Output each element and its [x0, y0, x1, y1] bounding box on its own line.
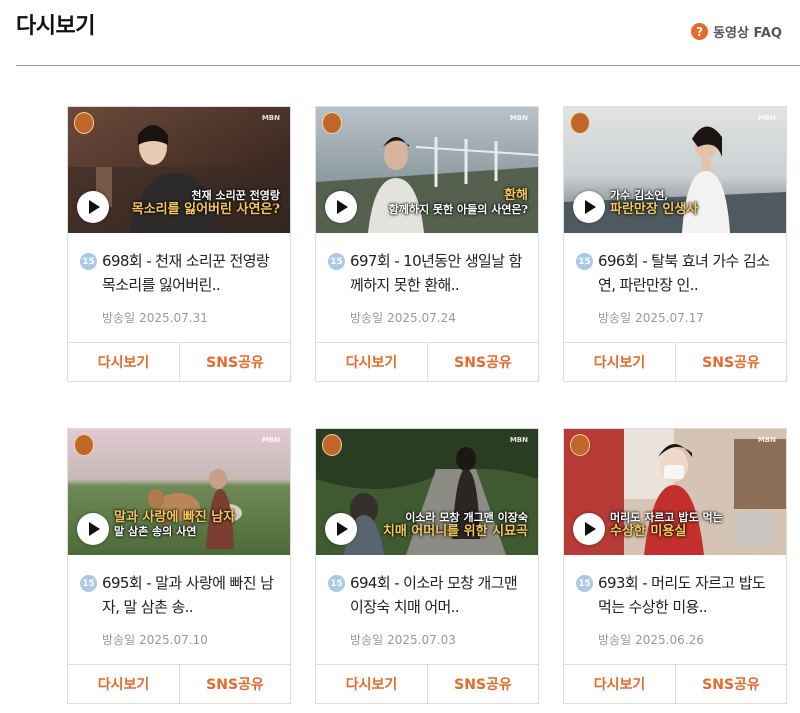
- channel-logo: MBN: [261, 436, 280, 444]
- rating-15-badge: 15: [576, 253, 593, 270]
- card-actions: 다시보기 SNS공유: [68, 664, 290, 703]
- play-icon[interactable]: [77, 191, 109, 223]
- air-date: 방송일 2025.06.26: [598, 633, 704, 647]
- play-icon[interactable]: [573, 191, 605, 223]
- episode-title[interactable]: 693회 - 머리도 자르고 밥도 먹는 수상한 미용..: [598, 571, 774, 619]
- channel-logo: MBN: [509, 114, 528, 122]
- card-actions: 다시보기 SNS공유: [316, 342, 538, 381]
- faq-label: 동영상 FAQ: [713, 26, 782, 41]
- video-faq-link[interactable]: ? 동영상 FAQ: [691, 22, 782, 41]
- program-logo: [570, 434, 590, 456]
- card-actions: 다시보기 SNS공유: [316, 664, 538, 703]
- episode-title[interactable]: 696회 - 탈북 효녀 가수 김소연, 파란만장 인..: [598, 249, 774, 297]
- channel-logo: MBN: [757, 436, 776, 444]
- sns-share-button[interactable]: SNS공유: [179, 665, 290, 703]
- sns-share-button[interactable]: SNS공유: [675, 343, 786, 381]
- sns-share-button[interactable]: SNS공유: [675, 665, 786, 703]
- episode-card: MBN 천재 소리꾼 전영랑 목소리를 잃어버린 사연은? 15 698회 - …: [67, 106, 291, 382]
- episode-card: MBN 환해 함께하지 못한 아들의 사연은? 15 697회 - 10년동안 …: [315, 106, 539, 382]
- sns-share-button[interactable]: SNS공유: [427, 343, 538, 381]
- episode-card: MBN 말과 사랑에 빠진 남자 말 삼촌 송의 사연 15 695회 - 말과…: [67, 428, 291, 704]
- air-date: 방송일 2025.07.17: [598, 311, 704, 325]
- card-actions: 다시보기 SNS공유: [564, 664, 786, 703]
- episode-title[interactable]: 698회 - 천재 소리꾼 전영랑 목소리를 잃어버린..: [102, 249, 278, 297]
- episode-title[interactable]: 695회 - 말과 사랑에 빠진 남자, 말 삼촌 송..: [102, 571, 278, 619]
- replay-button[interactable]: 다시보기: [316, 343, 427, 381]
- rating-15-badge: 15: [80, 575, 97, 592]
- program-logo: [74, 112, 94, 134]
- episode-thumbnail[interactable]: MBN 이소라 모창 개그맨 이장숙 치매 어머니를 위한 시묘곡: [316, 429, 538, 555]
- air-date: 방송일 2025.07.24: [350, 311, 456, 325]
- replay-button[interactable]: 다시보기: [68, 665, 179, 703]
- play-icon[interactable]: [77, 513, 109, 545]
- sns-share-button[interactable]: SNS공유: [179, 343, 290, 381]
- episode-thumbnail[interactable]: MBN 천재 소리꾼 전영랑 목소리를 잃어버린 사연은?: [68, 107, 290, 233]
- episode-card: MBN 머리도 자르고 밥도 먹는 수상한 미용실 15 693회 - 머리도 …: [563, 428, 787, 704]
- rating-15-badge: 15: [576, 575, 593, 592]
- page-header: 다시보기 ? 동영상 FAQ: [16, 0, 800, 66]
- thumbnail-caption: 말과 사랑에 빠진 남자 말 삼촌 송의 사연: [114, 510, 236, 539]
- episode-grid: MBN 천재 소리꾼 전영랑 목소리를 잃어버린 사연은? 15 698회 - …: [67, 106, 787, 704]
- replay-button[interactable]: 다시보기: [316, 665, 427, 703]
- air-date: 방송일 2025.07.31: [102, 311, 208, 325]
- channel-logo: MBN: [757, 114, 776, 122]
- program-logo: [322, 434, 342, 456]
- card-actions: 다시보기 SNS공유: [68, 342, 290, 381]
- page-title: 다시보기: [16, 14, 95, 39]
- sns-share-button[interactable]: SNS공유: [427, 665, 538, 703]
- thumbnail-caption: 천재 소리꾼 전영랑 목소리를 잃어버린 사연은?: [131, 189, 280, 217]
- thumbnail-caption: 환해 함께하지 못한 아들의 사연은?: [388, 188, 528, 217]
- episode-title[interactable]: 694회 - 이소라 모창 개그맨 이장숙 치매 어머..: [350, 571, 526, 619]
- episode-card: MBN 이소라 모창 개그맨 이장숙 치매 어머니를 위한 시묘곡 15 694…: [315, 428, 539, 704]
- play-icon[interactable]: [573, 513, 605, 545]
- episode-card: MBN 가수 김소연, 파란만장 인생사 15 696회 - 탈북 효녀 가수 …: [563, 106, 787, 382]
- card-actions: 다시보기 SNS공유: [564, 342, 786, 381]
- play-icon[interactable]: [325, 513, 357, 545]
- channel-logo: MBN: [261, 114, 280, 122]
- episode-thumbnail[interactable]: MBN 머리도 자르고 밥도 먹는 수상한 미용실: [564, 429, 786, 555]
- rating-15-badge: 15: [328, 253, 345, 270]
- air-date: 방송일 2025.07.03: [350, 633, 456, 647]
- episode-thumbnail[interactable]: MBN 말과 사랑에 빠진 남자 말 삼촌 송의 사연: [68, 429, 290, 555]
- episode-thumbnail[interactable]: MBN 가수 김소연, 파란만장 인생사: [564, 107, 786, 233]
- replay-button[interactable]: 다시보기: [68, 343, 179, 381]
- question-circle-icon: ?: [691, 23, 709, 40]
- play-icon[interactable]: [325, 191, 357, 223]
- program-logo: [570, 112, 590, 134]
- rating-15-badge: 15: [328, 575, 345, 592]
- replay-button[interactable]: 다시보기: [564, 343, 675, 381]
- thumbnail-caption: 가수 김소연, 파란만장 인생사: [610, 189, 699, 217]
- replay-button[interactable]: 다시보기: [564, 665, 675, 703]
- episode-thumbnail[interactable]: MBN 환해 함께하지 못한 아들의 사연은?: [316, 107, 538, 233]
- channel-logo: MBN: [509, 436, 528, 444]
- episode-title[interactable]: 697회 - 10년동안 생일날 함께하지 못한 환해..: [350, 249, 526, 297]
- thumbnail-caption: 이소라 모창 개그맨 이장숙 치매 어머니를 위한 시묘곡: [382, 511, 528, 539]
- program-logo: [74, 434, 94, 456]
- rating-15-badge: 15: [80, 253, 97, 270]
- air-date: 방송일 2025.07.10: [102, 633, 208, 647]
- thumbnail-caption: 머리도 자르고 밥도 먹는 수상한 미용실: [610, 511, 723, 539]
- program-logo: [322, 112, 342, 134]
